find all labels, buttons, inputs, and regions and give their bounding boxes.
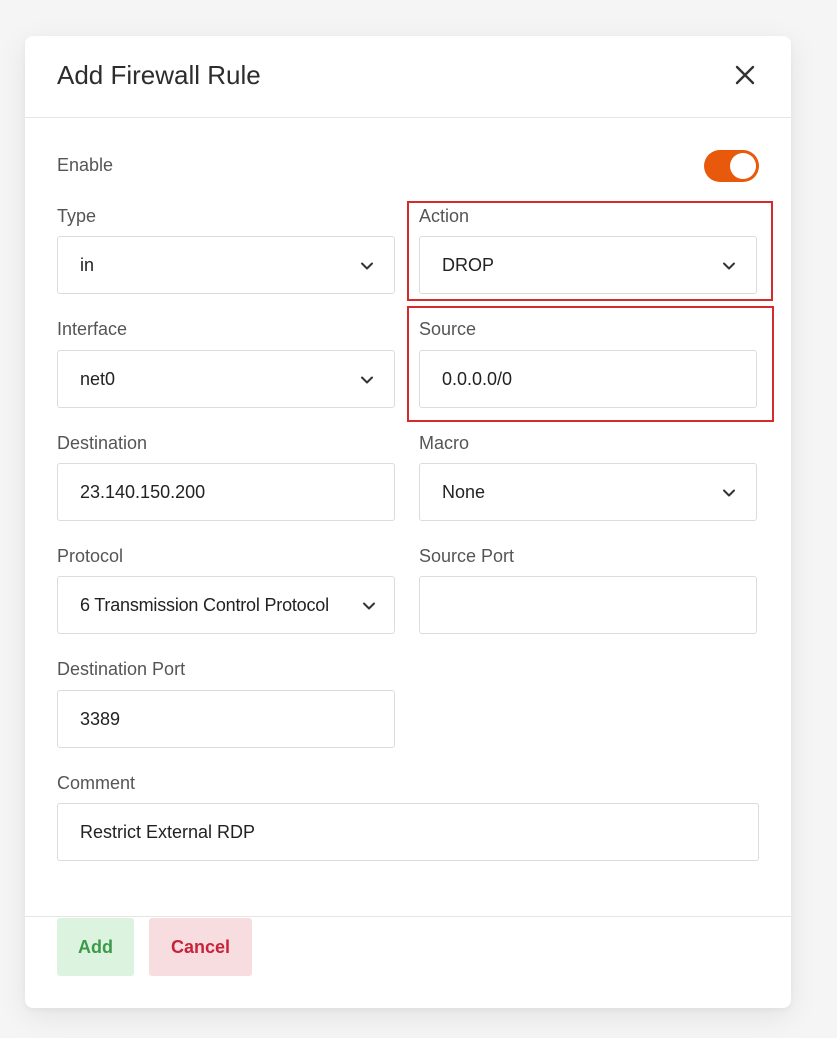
interface-value: net0 bbox=[80, 369, 116, 389]
destination-input[interactable]: 23.140.150.200 bbox=[57, 463, 395, 521]
source-port-label: Source Port bbox=[419, 546, 515, 566]
cancel-button[interactable]: Cancel bbox=[149, 918, 252, 976]
chevron-down-icon bbox=[363, 602, 375, 610]
close-button[interactable] bbox=[733, 63, 757, 87]
destination-value: 23.140.150.200 bbox=[80, 482, 206, 502]
type-label: Type bbox=[57, 206, 97, 226]
close-icon bbox=[735, 65, 755, 85]
chevron-down-icon bbox=[723, 489, 735, 497]
protocol-value: 6 Transmission Control Protocol bbox=[80, 595, 329, 615]
comment-label: Comment bbox=[57, 773, 136, 793]
protocol-label: Protocol bbox=[57, 546, 124, 566]
dialog-header: Add Firewall Rule bbox=[25, 36, 791, 118]
destination-port-label: Destination Port bbox=[57, 659, 186, 679]
destination-label: Destination bbox=[57, 433, 148, 453]
enable-toggle[interactable] bbox=[704, 150, 759, 182]
comment-input[interactable]: Restrict External RDP bbox=[57, 803, 759, 861]
protocol-select[interactable]: 6 Transmission Control Protocol bbox=[57, 576, 395, 634]
chevron-down-icon bbox=[361, 376, 373, 384]
footer-divider bbox=[25, 916, 791, 917]
chevron-down-icon bbox=[361, 262, 373, 270]
interface-select[interactable]: net0 bbox=[57, 350, 395, 408]
type-value: in bbox=[80, 255, 95, 275]
add-firewall-rule-dialog: Add Firewall Rule Enable Type in Action … bbox=[25, 36, 791, 1008]
destination-port-value: 3389 bbox=[80, 709, 121, 729]
action-highlight-box bbox=[407, 201, 773, 301]
source-highlight-box bbox=[407, 306, 774, 422]
macro-select[interactable]: None bbox=[419, 463, 757, 521]
type-select[interactable]: in bbox=[57, 236, 395, 294]
macro-value: None bbox=[442, 482, 486, 502]
toggle-knob bbox=[730, 153, 756, 179]
destination-port-input[interactable]: 3389 bbox=[57, 690, 395, 748]
macro-label: Macro bbox=[419, 433, 470, 453]
dialog-title: Add Firewall Rule bbox=[57, 60, 261, 90]
add-button[interactable]: Add bbox=[57, 918, 134, 976]
comment-value: Restrict External RDP bbox=[80, 822, 256, 842]
enable-label: Enable bbox=[57, 155, 114, 175]
interface-label: Interface bbox=[57, 319, 128, 339]
source-port-input[interactable] bbox=[419, 576, 757, 634]
